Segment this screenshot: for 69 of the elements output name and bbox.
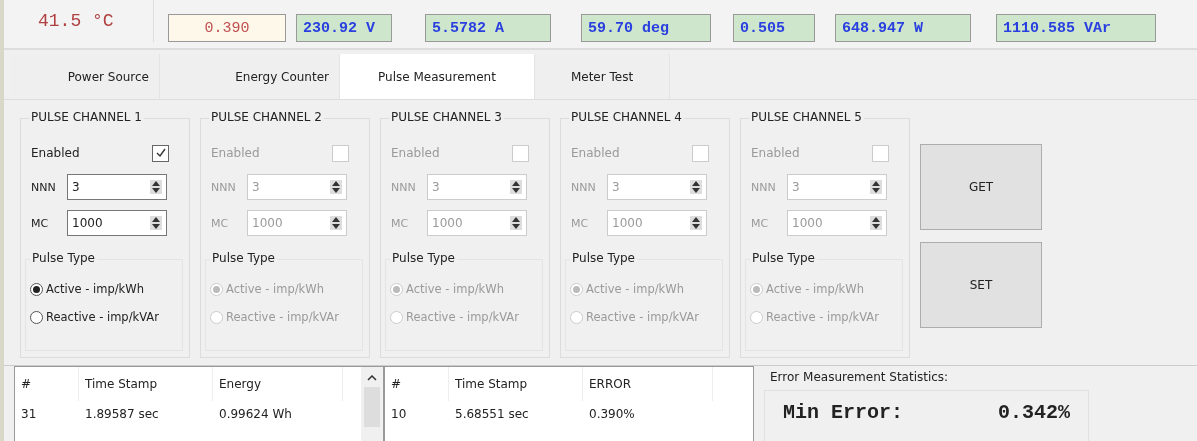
- spin-arrows-icon[interactable]: [870, 216, 882, 230]
- table-cell-text: 0.390%: [588, 407, 636, 421]
- nnn-label: NNN: [391, 180, 417, 194]
- table-cell-text: 5.68551 sec: [454, 407, 530, 421]
- group-title: PULSE CHANNEL 1: [29, 110, 144, 124]
- nnn-label: NNN: [31, 180, 57, 194]
- readout-field: 0.505: [733, 14, 815, 42]
- action-button[interactable]: SET: [920, 242, 1042, 328]
- mc-spinbox[interactable]: 1000: [67, 210, 167, 236]
- group-title: PULSE CHANNEL 4: [569, 110, 684, 124]
- readout-field: 230.92 V: [296, 14, 392, 42]
- group-title: PULSE CHANNEL 5: [749, 110, 864, 124]
- nnn-label: NNN: [751, 180, 777, 194]
- spin-arrows-icon[interactable]: [870, 180, 882, 194]
- min-error-label: Min Error:: [783, 401, 904, 426]
- enabled-label: Enabled: [391, 146, 440, 160]
- enabled-label: Enabled: [211, 146, 260, 160]
- group-title: PULSE CHANNEL 2: [209, 110, 324, 124]
- readout-field: 1110.585 VAr: [996, 14, 1156, 42]
- enabled-label: Enabled: [31, 146, 80, 160]
- table-cell-text: 31: [20, 407, 38, 421]
- spin-arrows-icon[interactable]: [690, 216, 702, 230]
- readout-field: 5.5782 A: [425, 14, 551, 42]
- spin-arrows-icon[interactable]: [330, 216, 342, 230]
- readout-field: 0.390: [168, 14, 286, 42]
- temperature-readout: 41.5 °C: [38, 11, 114, 31]
- table-cell-text: 0.99624 Wh: [218, 407, 293, 421]
- spin-arrows-icon[interactable]: [510, 180, 522, 194]
- enabled-label: Enabled: [571, 146, 620, 160]
- scrollbar[interactable]: [361, 367, 383, 441]
- spin-arrows-icon[interactable]: [330, 180, 342, 194]
- column-header[interactable]: ERROR: [583, 367, 713, 401]
- table-cell-text: 10: [390, 407, 408, 421]
- column-header[interactable]: #: [15, 367, 79, 401]
- mc-label: MC: [211, 216, 230, 230]
- tab[interactable]: Pulse Measurement: [340, 54, 535, 99]
- spin-arrows-icon[interactable]: [690, 180, 702, 194]
- mc-label: MC: [391, 216, 410, 230]
- group-title: PULSE CHANNEL 3: [389, 110, 504, 124]
- nnn-label: NNN: [211, 180, 237, 194]
- scroll-up-icon[interactable]: [367, 375, 377, 381]
- readout-field: 648.947 W: [835, 14, 971, 42]
- spin-arrows-icon[interactable]: [150, 216, 162, 230]
- mc-label: MC: [571, 216, 590, 230]
- readout-field: 59.70 deg: [581, 14, 711, 42]
- action-button[interactable]: GET: [920, 144, 1042, 230]
- column-header[interactable]: Time Stamp: [449, 367, 583, 401]
- enabled-label: Enabled: [751, 146, 800, 160]
- group-title: Pulse Type: [390, 251, 457, 265]
- table-cell-text: 1.89587 sec: [84, 407, 160, 421]
- nnn-spinbox[interactable]: 3: [67, 174, 167, 200]
- radio-option[interactable]: Reactive - imp/kVAr: [30, 310, 182, 324]
- nnn-label: NNN: [571, 180, 597, 194]
- mc-label: MC: [751, 216, 770, 230]
- min-error-value: 0.342%: [998, 401, 1070, 426]
- radio-option[interactable]: Active - imp/kWh: [30, 282, 182, 296]
- checkmark-icon: [154, 147, 167, 159]
- group-title: Pulse Type: [30, 251, 97, 265]
- column-header[interactable]: #: [385, 367, 449, 401]
- spin-arrows-icon[interactable]: [510, 216, 522, 230]
- group-title: Pulse Type: [750, 251, 817, 265]
- column-header[interactable]: Time Stamp: [79, 367, 213, 401]
- checkbox[interactable]: [152, 144, 169, 162]
- group-title: Pulse Type: [210, 251, 277, 265]
- group-title: Error Measurement Statistics:: [770, 370, 949, 384]
- mc-label: MC: [31, 216, 50, 230]
- spin-arrows-icon[interactable]: [150, 180, 162, 194]
- column-header[interactable]: Energy: [213, 367, 343, 401]
- group-title: Pulse Type: [570, 251, 637, 265]
